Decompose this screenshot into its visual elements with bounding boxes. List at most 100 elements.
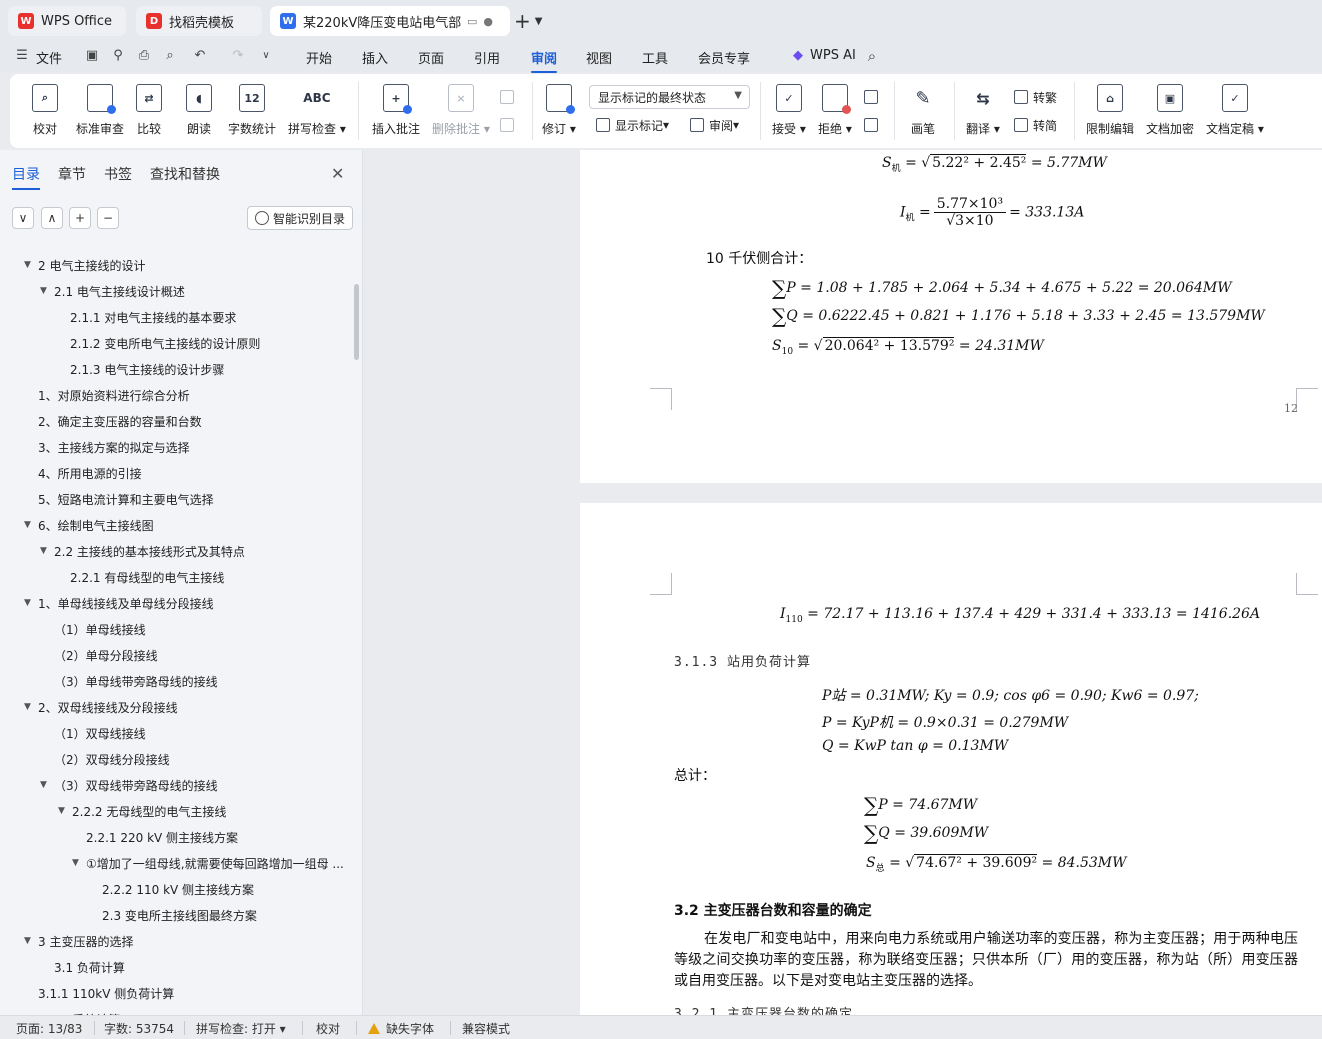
menu-wps-ai[interactable]: WPS AI	[810, 48, 856, 63]
menu-home[interactable]: 开始	[306, 48, 332, 67]
expand-arrow-icon[interactable]: ▼	[24, 260, 38, 270]
word-count-button[interactable]: 12 字数统计	[228, 80, 276, 140]
accept-button[interactable]: ✓ 接受 ▾	[772, 80, 806, 140]
toc-item[interactable]: （2）单母分段接线	[54, 642, 158, 668]
toc-item[interactable]: ▼ 6、绘制电气主接线图	[24, 512, 154, 538]
toc-item[interactable]: 2.1.2 变电所电气主接线的设计原则	[70, 330, 260, 356]
expand-arrow-icon[interactable]: ▼	[40, 546, 54, 556]
to-simplified-button[interactable]: 转简	[1014, 114, 1057, 136]
hamburger-icon[interactable]: ☰	[14, 48, 30, 64]
previous-comment-button[interactable]	[500, 86, 519, 108]
toc-item[interactable]: 2.2.1 220 kV 侧主接线方案	[86, 824, 238, 850]
toc-item[interactable]: 2.1.3 电气主接线的设计步骤	[70, 356, 224, 382]
remove-heading-button[interactable]: −	[97, 207, 119, 229]
toc-item[interactable]: 2、确定主变压器的容量和台数	[38, 408, 202, 434]
toc-item[interactable]: （1）单母线接线	[54, 616, 146, 642]
toc-item[interactable]: ▼ （3）双母线带旁路母线的接线	[40, 772, 218, 798]
toc-item[interactable]: 3.1 负荷计算	[54, 954, 125, 980]
expand-arrow-icon[interactable]: ▼	[24, 520, 38, 530]
menu-review[interactable]: 审阅	[531, 48, 558, 73]
expand-arrow-icon[interactable]: ▼	[58, 806, 72, 816]
print-icon[interactable]: ⎙	[136, 48, 152, 64]
encrypt-button[interactable]: ▣ 文档加密	[1146, 80, 1194, 140]
expand-arrow-icon[interactable]: ▼	[72, 858, 86, 868]
toc-item[interactable]: （1）双母线接线	[54, 720, 146, 746]
toc-item[interactable]: 1、对原始资料进行综合分析	[38, 382, 190, 408]
screen-icon[interactable]: ▭	[467, 15, 477, 28]
toc-item[interactable]: 3.1.1 110kV 侧负荷计算	[38, 980, 174, 1006]
finalize-button[interactable]: ✓ 文档定稿 ▾	[1206, 80, 1264, 140]
toc-item[interactable]: ▼ 2.2 主接线的基本接线形式及其特点	[40, 538, 245, 564]
toc-item[interactable]: ▼ 2.1 电气主接线设计概述	[40, 278, 185, 304]
toc-item[interactable]: 2.2.1 有母线型的电气主接线	[70, 564, 224, 590]
tab-sections[interactable]: 章节	[58, 164, 86, 184]
toc-item[interactable]: （2）双母线分段接线	[54, 746, 170, 772]
toc-item[interactable]: （3）单母线带旁路母线的接线	[54, 668, 218, 694]
menu-page[interactable]: 页面	[418, 48, 444, 67]
menu-file[interactable]: 文件	[36, 48, 62, 67]
next-comment-button[interactable]	[500, 114, 519, 136]
spell-check-button[interactable]: ABC 拼写检查 ▾	[288, 80, 346, 140]
save-icon[interactable]: ▣	[84, 48, 100, 64]
show-markup-button[interactable]: 显示标记 ▾	[596, 114, 669, 136]
expand-button[interactable]: ∧	[41, 207, 63, 229]
add-heading-button[interactable]: +	[69, 207, 91, 229]
menu-insert[interactable]: 插入	[362, 48, 388, 67]
toc-item[interactable]: ▼ 1、单母线接线及单母线分段接线	[24, 590, 214, 616]
previous-change-button[interactable]	[864, 86, 883, 108]
toc-item[interactable]: 4、所用电源的引接	[38, 460, 142, 486]
document-area[interactable]: S机 = √ 5.22² + 2.45² = 5.77MW I机 = 5.77×10…	[364, 150, 1322, 1015]
tab-find-replace[interactable]: 查找和替换	[150, 164, 220, 184]
insert-comment-button[interactable]: + 插入批注	[372, 80, 420, 140]
collapse-button[interactable]: ∨	[12, 207, 34, 229]
new-tab-button[interactable]: + ▼	[514, 8, 554, 34]
toc-item[interactable]: ▼ 3 主变压器的选择	[24, 928, 133, 954]
toc-item[interactable]: 5、短路电流计算和主要电气选择	[38, 486, 214, 512]
toc-item[interactable]: ▼ 2 电气主接线的设计	[24, 252, 145, 278]
close-icon[interactable]: ✕	[331, 164, 344, 183]
toc-item[interactable]: 2.2.2 110 kV 侧主接线方案	[102, 876, 254, 902]
tab-bookmarks[interactable]: 书签	[104, 164, 132, 184]
undo-icon[interactable]: ↶	[192, 48, 208, 64]
pen-button[interactable]: ✎ 画笔	[910, 80, 936, 140]
standard-review-button[interactable]: 标准审查	[76, 80, 124, 140]
page-indicator[interactable]: 页面: 13/83	[16, 1020, 82, 1037]
menu-view[interactable]: 视图	[586, 48, 612, 67]
toc-item[interactable]: 2.3 变电所主接线图最终方案	[102, 902, 257, 928]
tab-toc[interactable]: 目录	[12, 164, 40, 190]
expand-arrow-icon[interactable]: ▼	[24, 936, 38, 946]
expand-arrow-icon[interactable]: ▼	[24, 702, 38, 712]
toc-item[interactable]: 3、主接线方案的拟定与选择	[38, 434, 190, 460]
expand-arrow-icon[interactable]: ▼	[24, 598, 38, 608]
toc-item[interactable]: 2.1.1 对电气主接线的基本要求	[70, 304, 236, 330]
redo-icon[interactable]: ↷	[230, 48, 246, 64]
menu-member[interactable]: 会员专享	[698, 48, 750, 67]
toc-item[interactable]: ▼ 2.2.2 无母线型的电气主接线	[58, 798, 226, 824]
expand-arrow-icon[interactable]: ▼	[40, 286, 54, 296]
restrict-edit-button[interactable]: ⌂ 限制编辑	[1086, 80, 1134, 140]
toc-item[interactable]: ▼ ①增加了一组母线,就需要使每回路增加一组母 ...	[72, 850, 344, 876]
expand-arrow-icon[interactable]: ▼	[40, 780, 54, 790]
review-pane-button[interactable]: 审阅 ▾	[690, 114, 739, 136]
missing-font-status[interactable]: 缺失字体	[368, 1020, 434, 1037]
tab-wps-office[interactable]: W WPS Office	[8, 6, 126, 36]
spell-check-status[interactable]: 拼写检查: 打开 ▾	[196, 1020, 286, 1037]
translate-button[interactable]: ⇆ 翻译 ▾	[966, 80, 1000, 140]
read-aloud-button[interactable]: ◖ 朗读	[186, 80, 212, 140]
proofread-status[interactable]: 校对	[316, 1020, 340, 1037]
proofread-button[interactable]: ⌕ 校对	[32, 80, 58, 140]
revise-button[interactable]: 修订 ▾	[542, 80, 576, 140]
toc-item[interactable]: ▼ 2、双母线接线及分段接线	[24, 694, 178, 720]
next-change-button[interactable]	[864, 114, 883, 136]
document-page[interactable]: S机 = √ 5.22² + 2.45² = 5.77MW I机 = 5.77×10…	[580, 150, 1322, 483]
tab-document[interactable]: W 某220kV降压变电站电气部分 ▭ ●	[270, 6, 510, 36]
delete-comment-button[interactable]: × 删除批注 ▾	[432, 80, 490, 140]
chevron-down-icon[interactable]: ∨	[258, 48, 274, 64]
tab-docer[interactable]: D 找稻壳模板	[136, 6, 262, 36]
reject-button[interactable]: 拒绝 ▾	[818, 80, 852, 140]
markup-state-select[interactable]: 显示标记的最终状态 ▼	[589, 85, 750, 109]
document-page[interactable]: I110 = 72.17 + 113.16 + 137.4 + 429 + 33…	[580, 503, 1322, 1015]
search-icon[interactable]: ⌕	[864, 48, 880, 64]
link-icon[interactable]: ⚲	[110, 48, 126, 64]
unsaved-dot-icon[interactable]: ●	[483, 15, 493, 28]
